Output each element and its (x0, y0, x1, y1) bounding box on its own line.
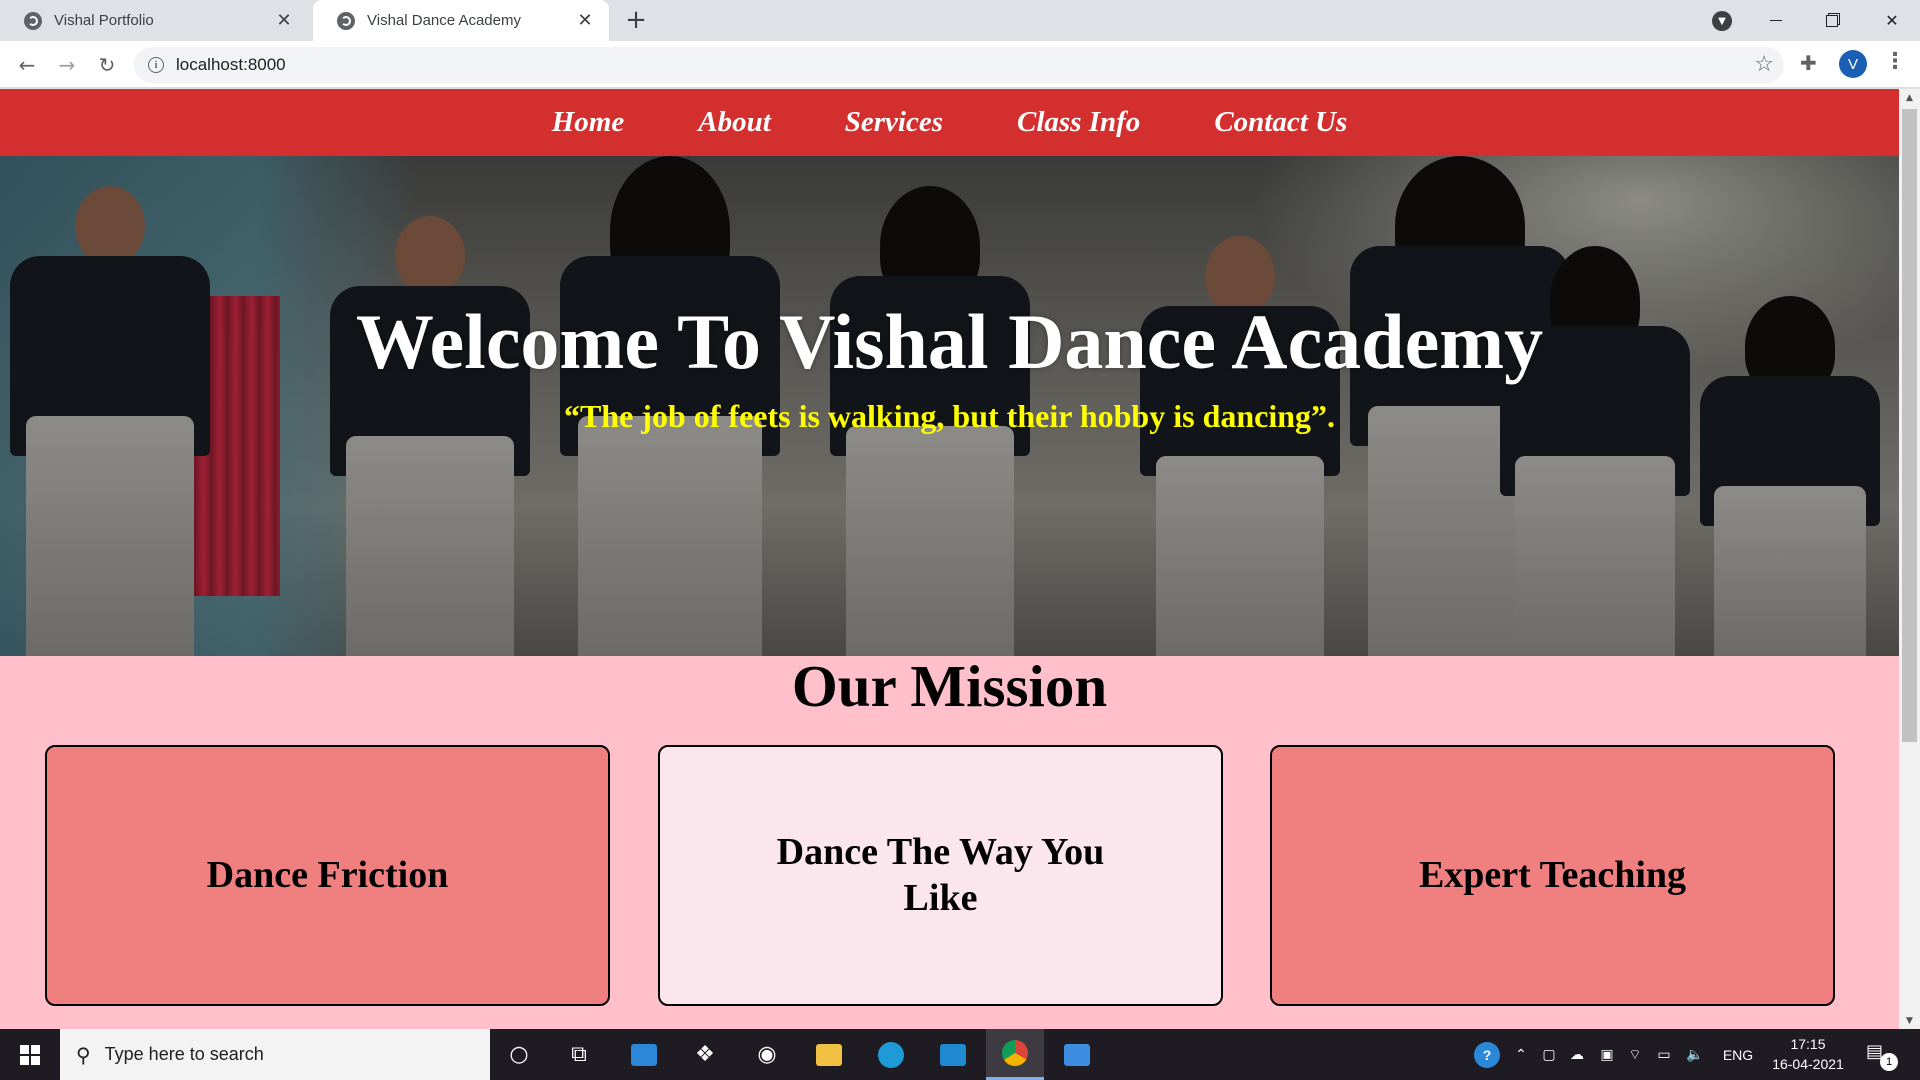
language-indicator[interactable]: ENG (1718, 1029, 1758, 1080)
globe-icon (337, 11, 355, 30)
profile-avatar[interactable]: V (1839, 50, 1867, 78)
github-desktop-icon[interactable]: ◉ (738, 1029, 796, 1080)
address-bar[interactable]: i localhost:8000 ☆ (134, 47, 1784, 83)
dropbox-icon[interactable]: ❖ (676, 1029, 734, 1080)
volume-icon[interactable]: 🔈 (1680, 1029, 1710, 1080)
mission-card-title: Dance The Way You Like (776, 830, 1105, 919)
file-explorer-icon[interactable] (800, 1029, 858, 1080)
scroll-down-arrow-icon[interactable]: ▼ (1899, 1012, 1920, 1029)
mission-card: Expert Teaching (1270, 745, 1835, 1006)
bookmark-star-icon[interactable]: ☆ (1754, 52, 1774, 77)
minimize-button[interactable] (1748, 0, 1804, 41)
vscode-icon[interactable] (924, 1029, 982, 1080)
info-icon[interactable]: i (148, 57, 164, 73)
nav-about[interactable]: About (661, 106, 808, 139)
back-arrow-icon[interactable]: ← (13, 51, 41, 79)
close-icon[interactable]: ✕ (575, 10, 595, 31)
hero-banner: Welcome To Vishal Dance Academy “The job… (0, 156, 1899, 656)
search-placeholder: Type here to search (104, 1044, 264, 1064)
url-text[interactable]: localhost:8000 (176, 55, 286, 75)
nav-home[interactable]: Home (515, 106, 662, 139)
browser-toolbar: ← → ↻ i localhost:8000 ☆ ✚ V ⋮ (0, 41, 1920, 88)
mail-icon[interactable] (615, 1029, 673, 1080)
show-hidden-icons-chevron-icon[interactable]: ⌃ (1508, 1029, 1534, 1080)
tab-vishal-dance-academy[interactable]: Vishal Dance Academy ✕ (313, 0, 609, 41)
mission-card: Dance The Way You Like (658, 745, 1223, 1006)
windows-taskbar: ⚲ Type here to search ○ ⧉ ❖ ◉ ? ⌃ ▢ ☁ ▣ … (0, 1029, 1920, 1080)
extensions-puzzle-icon[interactable]: ✚ (1800, 51, 1817, 75)
mission-card-title: Dance Friction (206, 853, 449, 896)
task-view-icon[interactable]: ⧉ (550, 1029, 608, 1080)
edge-icon[interactable] (862, 1029, 920, 1080)
site-navbar: Home About Services Class Info Contact U… (0, 89, 1899, 156)
cortana-icon[interactable]: ○ (490, 1029, 548, 1080)
mission-heading: Our Mission (791, 653, 1108, 719)
hero-quote: “The job of feets is walking, but their … (563, 398, 1336, 434)
mission-card-title: Expert Teaching (1418, 853, 1687, 896)
close-window-button[interactable]: ✕ (1864, 0, 1920, 41)
tab-vishal-portfolio[interactable]: Vishal Portfolio ✕ (0, 0, 308, 41)
reload-icon[interactable]: ↻ (93, 51, 121, 79)
clock-time: 17:15 (1790, 1036, 1826, 1052)
tab-title: Vishal Dance Academy (367, 12, 521, 29)
taskbar-search-box[interactable]: ⚲ Type here to search (60, 1029, 490, 1080)
scroll-thumb[interactable] (1902, 109, 1917, 742)
nav-services[interactable]: Services (808, 106, 980, 139)
help-icon[interactable]: ? (1470, 1029, 1504, 1080)
meet-now-icon[interactable]: ▢ (1536, 1029, 1562, 1080)
mission-card: Dance Friction (45, 745, 610, 1006)
notification-badge: 1 (1880, 1053, 1898, 1071)
new-tab-button[interactable]: + (622, 5, 650, 35)
chrome-icon[interactable] (986, 1029, 1044, 1080)
forward-arrow-icon[interactable]: → (53, 51, 81, 79)
tab-strip: Vishal Portfolio ✕ Vishal Dance Academy … (0, 0, 1920, 41)
wifi-icon[interactable]: ⌔ (1622, 1029, 1648, 1080)
battery-icon[interactable]: ▭ (1650, 1029, 1678, 1080)
start-button[interactable] (0, 1029, 60, 1080)
clock-date: 16-04-2021 (1772, 1056, 1844, 1072)
tab-search-icon[interactable]: ▼ (1712, 11, 1732, 31)
restore-button[interactable] (1804, 0, 1860, 41)
onedrive-cloud-icon[interactable]: ☁ (1562, 1029, 1592, 1080)
search-icon: ⚲ (76, 1042, 91, 1067)
windows-logo-icon (20, 1044, 40, 1065)
taskbar-clock[interactable]: 17:15 16-04-2021 (1762, 1034, 1854, 1074)
nav-class-info[interactable]: Class Info (980, 106, 1177, 139)
kebab-menu-icon[interactable]: ⋮ (1884, 49, 1906, 74)
scroll-up-arrow-icon[interactable]: ▲ (1899, 89, 1920, 106)
globe-icon (24, 11, 42, 30)
tab-title: Vishal Portfolio (54, 12, 154, 29)
photos-icon[interactable] (1048, 1029, 1106, 1080)
hero-title: Welcome To Vishal Dance Academy (355, 298, 1544, 385)
close-icon[interactable]: ✕ (274, 10, 294, 31)
nav-contact-us[interactable]: Contact Us (1177, 106, 1384, 139)
page-scrollbar[interactable]: ▲ ▼ (1899, 89, 1920, 1029)
page-viewport: Home About Services Class Info Contact U… (0, 89, 1899, 1029)
hero-photo-dancer (1140, 226, 1340, 656)
network-status-icon[interactable]: ▣ (1594, 1029, 1620, 1080)
